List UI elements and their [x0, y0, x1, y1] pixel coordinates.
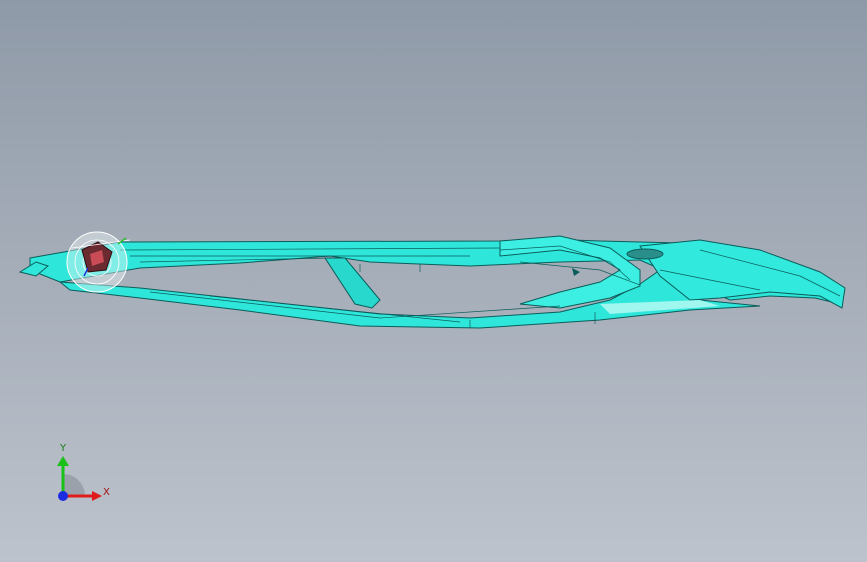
x-axis-head — [92, 491, 102, 501]
lower-rail[interactable] — [58, 269, 761, 329]
x-axis-label: X — [103, 487, 110, 498]
axis-triad — [57, 456, 102, 501]
y-axis-label: Y — [60, 443, 67, 454]
frame-body[interactable] — [29, 235, 846, 329]
y-axis-head — [57, 456, 69, 466]
rear-hinge-detail[interactable] — [18, 231, 131, 293]
diagonal-strut[interactable] — [324, 257, 381, 309]
part-model[interactable] — [0, 0, 867, 562]
bolt-mark — [572, 268, 580, 276]
nose-hole — [626, 248, 664, 260]
z-axis-dot — [58, 491, 68, 501]
graphics-viewport[interactable]: Y X — [0, 0, 867, 562]
